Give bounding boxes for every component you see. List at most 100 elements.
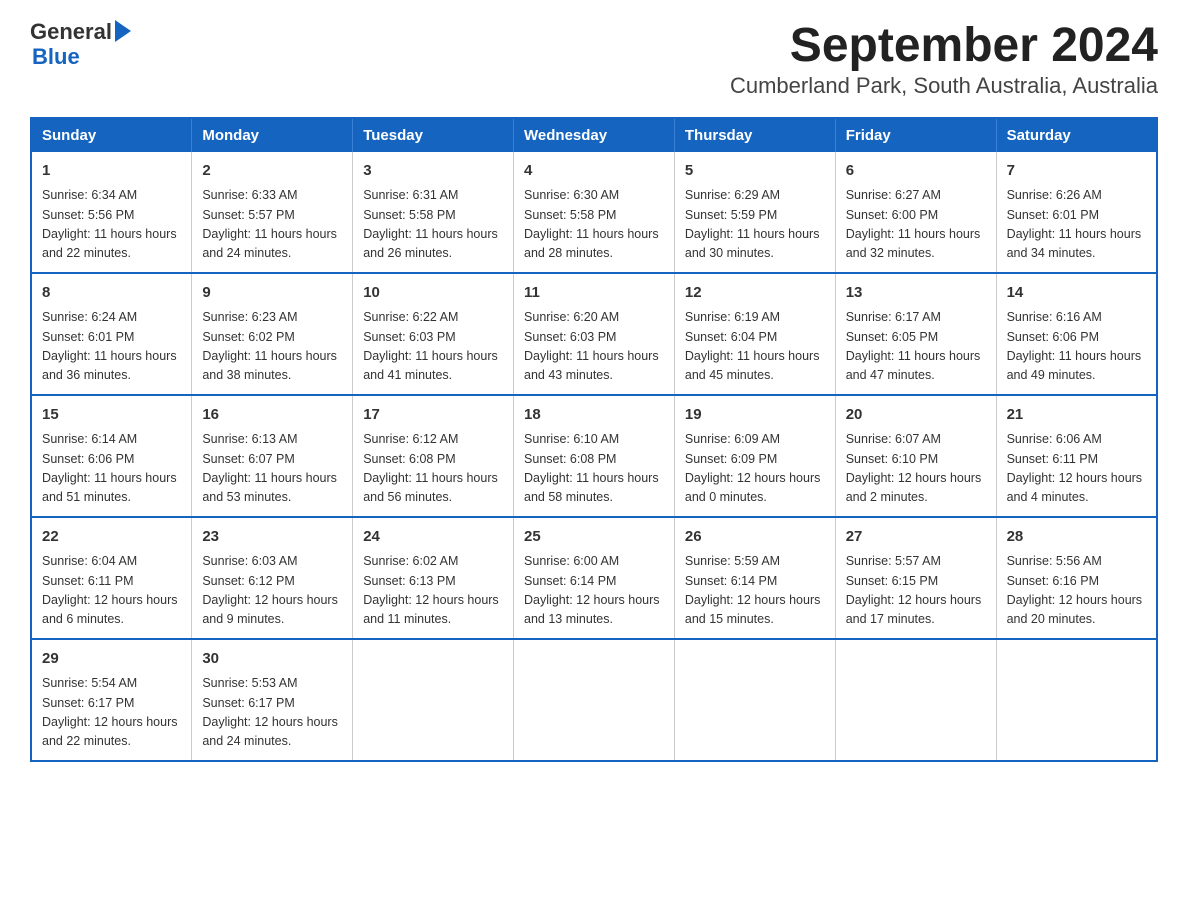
day-number: 18 [524, 404, 664, 427]
day-number: 30 [202, 648, 342, 671]
calendar-cell: 3Sunrise: 6:31 AMSunset: 5:58 PMDaylight… [353, 152, 514, 273]
logo-general-text: General [30, 20, 112, 44]
day-info: Sunrise: 5:53 AMSunset: 6:17 PMDaylight:… [202, 674, 342, 752]
logo: General Blue [30, 20, 131, 70]
header-monday: Monday [192, 118, 353, 152]
day-info: Sunrise: 5:57 AMSunset: 6:15 PMDaylight:… [846, 552, 986, 630]
day-info: Sunrise: 6:19 AMSunset: 6:04 PMDaylight:… [685, 308, 825, 386]
day-number: 6 [846, 160, 986, 183]
day-info: Sunrise: 5:59 AMSunset: 6:14 PMDaylight:… [685, 552, 825, 630]
day-number: 22 [42, 526, 181, 549]
day-info: Sunrise: 6:27 AMSunset: 6:00 PMDaylight:… [846, 186, 986, 264]
day-number: 20 [846, 404, 986, 427]
calendar-cell: 10 Sunrise: 6:22 AMSunset: 6:03 PMDayligh… [353, 273, 514, 395]
calendar-cell: 29 Sunrise: 5:54 AMSunset: 6:17 PMDayligh… [31, 639, 192, 761]
day-number: 24 [363, 526, 503, 549]
day-info: Sunrise: 6:07 AMSunset: 6:10 PMDaylight:… [846, 430, 986, 508]
day-info: Sunrise: 6:34 AMSunset: 5:56 PMDaylight:… [42, 186, 181, 264]
day-number: 14 [1007, 282, 1146, 305]
calendar-cell: 30 Sunrise: 5:53 AMSunset: 6:17 PMDayligh… [192, 639, 353, 761]
day-number: 2 [202, 160, 342, 183]
header: General Blue September 2024 Cumberland P… [30, 20, 1158, 99]
calendar-cell: 16 Sunrise: 6:13 AMSunset: 6:07 PMDayligh… [192, 395, 353, 517]
calendar-cell: 8 Sunrise: 6:24 AMSunset: 6:01 PMDaylight… [31, 273, 192, 395]
calendar-cell: 11Sunrise: 6:20 AMSunset: 6:03 PMDayligh… [514, 273, 675, 395]
header-thursday: Thursday [674, 118, 835, 152]
day-info: Sunrise: 6:04 AMSunset: 6:11 PMDaylight:… [42, 552, 181, 630]
day-number: 21 [1007, 404, 1146, 427]
day-info: Sunrise: 6:23 AMSunset: 6:02 PMDaylight:… [202, 308, 342, 386]
calendar-subtitle: Cumberland Park, South Australia, Austra… [730, 73, 1158, 99]
day-number: 11 [524, 282, 664, 305]
day-number: 23 [202, 526, 342, 549]
header-friday: Friday [835, 118, 996, 152]
day-info: Sunrise: 6:13 AMSunset: 6:07 PMDaylight:… [202, 430, 342, 508]
calendar-cell: 28 Sunrise: 5:56 AMSunset: 6:16 PMDayligh… [996, 517, 1157, 639]
day-info: Sunrise: 6:24 AMSunset: 6:01 PMDaylight:… [42, 308, 181, 386]
calendar-cell: 15 Sunrise: 6:14 AMSunset: 6:06 PMDayligh… [31, 395, 192, 517]
calendar-cell: 14 Sunrise: 6:16 AMSunset: 6:06 PMDayligh… [996, 273, 1157, 395]
calendar-cell: 27 Sunrise: 5:57 AMSunset: 6:15 PMDayligh… [835, 517, 996, 639]
calendar-cell [353, 639, 514, 761]
day-info: Sunrise: 6:16 AMSunset: 6:06 PMDaylight:… [1007, 308, 1146, 386]
title-area: September 2024 Cumberland Park, South Au… [730, 20, 1158, 99]
day-info: Sunrise: 6:30 AMSunset: 5:58 PMDaylight:… [524, 186, 664, 264]
calendar-cell [514, 639, 675, 761]
calendar-week-row: 8 Sunrise: 6:24 AMSunset: 6:01 PMDaylight… [31, 273, 1157, 395]
day-number: 8 [42, 282, 181, 305]
calendar-cell: 22 Sunrise: 6:04 AMSunset: 6:11 PMDayligh… [31, 517, 192, 639]
calendar-cell [835, 639, 996, 761]
calendar-cell: 19 Sunrise: 6:09 AMSunset: 6:09 PMDayligh… [674, 395, 835, 517]
day-info: Sunrise: 6:29 AMSunset: 5:59 PMDaylight:… [685, 186, 825, 264]
day-info: Sunrise: 6:10 AMSunset: 6:08 PMDaylight:… [524, 430, 664, 508]
day-info: Sunrise: 5:54 AMSunset: 6:17 PMDaylight:… [42, 674, 181, 752]
header-saturday: Saturday [996, 118, 1157, 152]
calendar-cell: 17 Sunrise: 6:12 AMSunset: 6:08 PMDayligh… [353, 395, 514, 517]
day-number: 19 [685, 404, 825, 427]
calendar-cell: 13Sunrise: 6:17 AMSunset: 6:05 PMDayligh… [835, 273, 996, 395]
day-info: Sunrise: 6:09 AMSunset: 6:09 PMDaylight:… [685, 430, 825, 508]
day-number: 26 [685, 526, 825, 549]
day-number: 28 [1007, 526, 1146, 549]
day-info: Sunrise: 6:14 AMSunset: 6:06 PMDaylight:… [42, 430, 181, 508]
day-number: 9 [202, 282, 342, 305]
day-info: Sunrise: 6:12 AMSunset: 6:08 PMDaylight:… [363, 430, 503, 508]
calendar-cell [996, 639, 1157, 761]
calendar-cell: 25Sunrise: 6:00 AMSunset: 6:14 PMDayligh… [514, 517, 675, 639]
day-info: Sunrise: 6:00 AMSunset: 6:14 PMDaylight:… [524, 552, 664, 630]
calendar-week-row: 1 Sunrise: 6:34 AMSunset: 5:56 PMDaylight… [31, 152, 1157, 273]
calendar-cell: 20 Sunrise: 6:07 AMSunset: 6:10 PMDayligh… [835, 395, 996, 517]
day-number: 27 [846, 526, 986, 549]
day-number: 5 [685, 160, 825, 183]
day-info: Sunrise: 6:22 AMSunset: 6:03 PMDaylight:… [363, 308, 503, 386]
calendar-cell: 2 Sunrise: 6:33 AMSunset: 5:57 PMDaylight… [192, 152, 353, 273]
calendar-title: September 2024 [730, 20, 1158, 73]
day-number: 17 [363, 404, 503, 427]
calendar-cell: 9 Sunrise: 6:23 AMSunset: 6:02 PMDaylight… [192, 273, 353, 395]
day-number: 13 [846, 282, 986, 305]
calendar-cell: 12Sunrise: 6:19 AMSunset: 6:04 PMDayligh… [674, 273, 835, 395]
day-number: 4 [524, 160, 664, 183]
day-number: 15 [42, 404, 181, 427]
header-wednesday: Wednesday [514, 118, 675, 152]
day-info: Sunrise: 6:06 AMSunset: 6:11 PMDaylight:… [1007, 430, 1146, 508]
day-number: 16 [202, 404, 342, 427]
day-info: Sunrise: 6:26 AMSunset: 6:01 PMDaylight:… [1007, 186, 1146, 264]
logo-triangle-icon [115, 20, 131, 42]
day-number: 7 [1007, 160, 1146, 183]
day-number: 29 [42, 648, 181, 671]
day-info: Sunrise: 5:56 AMSunset: 6:16 PMDaylight:… [1007, 552, 1146, 630]
calendar-cell: 26 Sunrise: 5:59 AMSunset: 6:14 PMDayligh… [674, 517, 835, 639]
day-number: 1 [42, 160, 181, 183]
calendar-cell [674, 639, 835, 761]
day-number: 10 [363, 282, 503, 305]
calendar-cell: 1 Sunrise: 6:34 AMSunset: 5:56 PMDaylight… [31, 152, 192, 273]
calendar-cell: 24Sunrise: 6:02 AMSunset: 6:13 PMDayligh… [353, 517, 514, 639]
logo-blue-text: Blue [32, 44, 80, 70]
calendar-week-row: 29 Sunrise: 5:54 AMSunset: 6:17 PMDayligh… [31, 639, 1157, 761]
calendar-cell: 21 Sunrise: 6:06 AMSunset: 6:11 PMDayligh… [996, 395, 1157, 517]
header-tuesday: Tuesday [353, 118, 514, 152]
day-info: Sunrise: 6:33 AMSunset: 5:57 PMDaylight:… [202, 186, 342, 264]
calendar-table: Sunday Monday Tuesday Wednesday Thursday… [30, 117, 1158, 762]
calendar-cell: 23Sunrise: 6:03 AMSunset: 6:12 PMDayligh… [192, 517, 353, 639]
